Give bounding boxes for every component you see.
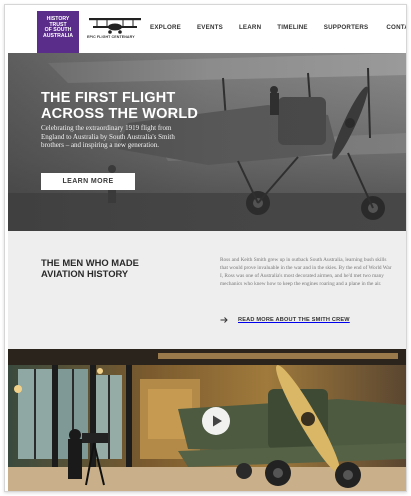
- centenary-label: EPIC FLIGHT CENTENARY: [87, 35, 135, 39]
- nav-supporters[interactable]: SUPPORTERS: [324, 24, 369, 36]
- page-frame: History Trust of South Australia EPIC FL…: [4, 4, 407, 492]
- museum-video-section[interactable]: [8, 349, 406, 491]
- main-nav: EXPLORE EVENTS LEARN TIMELINE SUPPORTERS…: [145, 24, 406, 36]
- epic-flight-centenary-logo[interactable]: EPIC FLIGHT CENTENARY: [87, 15, 141, 41]
- read-more-link[interactable]: READ MORE ABOUT THE SMITH CREW: [220, 315, 350, 325]
- nav-learn[interactable]: LEARN: [239, 24, 261, 36]
- learn-more-button[interactable]: LEARN MORE: [41, 173, 135, 190]
- nav-events[interactable]: EVENTS: [197, 24, 223, 36]
- play-button[interactable]: [202, 407, 230, 435]
- hero-section: THE FIRST FLIGHT ACROSS THE WORLD Celebr…: [8, 53, 406, 231]
- biplane-icon: [89, 18, 141, 34]
- hero-title: THE FIRST FLIGHT ACROSS THE WORLD: [41, 90, 199, 122]
- nav-explore[interactable]: EXPLORE: [150, 24, 181, 36]
- site-header: History Trust of South Australia EPIC FL…: [5, 5, 406, 53]
- arrow-right-icon: [220, 316, 228, 324]
- intro-title: THE MEN WHO MADE AVIATION HISTORY: [41, 257, 139, 279]
- nav-contact[interactable]: CONTACT: [386, 24, 406, 36]
- read-more-label: READ MORE ABOUT THE SMITH CREW: [238, 317, 350, 323]
- history-trust-logo[interactable]: History Trust of South Australia: [37, 11, 79, 53]
- hero-description: Celebrating the extraordinary 1919 fligh…: [41, 124, 175, 150]
- intro-description: Ross and Keith Smith grew up in outback …: [220, 257, 392, 287]
- logo-line: Australia: [43, 32, 73, 39]
- smith-crew-intro-section: THE MEN WHO MADE AVIATION HISTORY Ross a…: [8, 231, 406, 349]
- play-icon: [213, 415, 222, 427]
- nav-timeline[interactable]: TIMELINE: [277, 24, 307, 36]
